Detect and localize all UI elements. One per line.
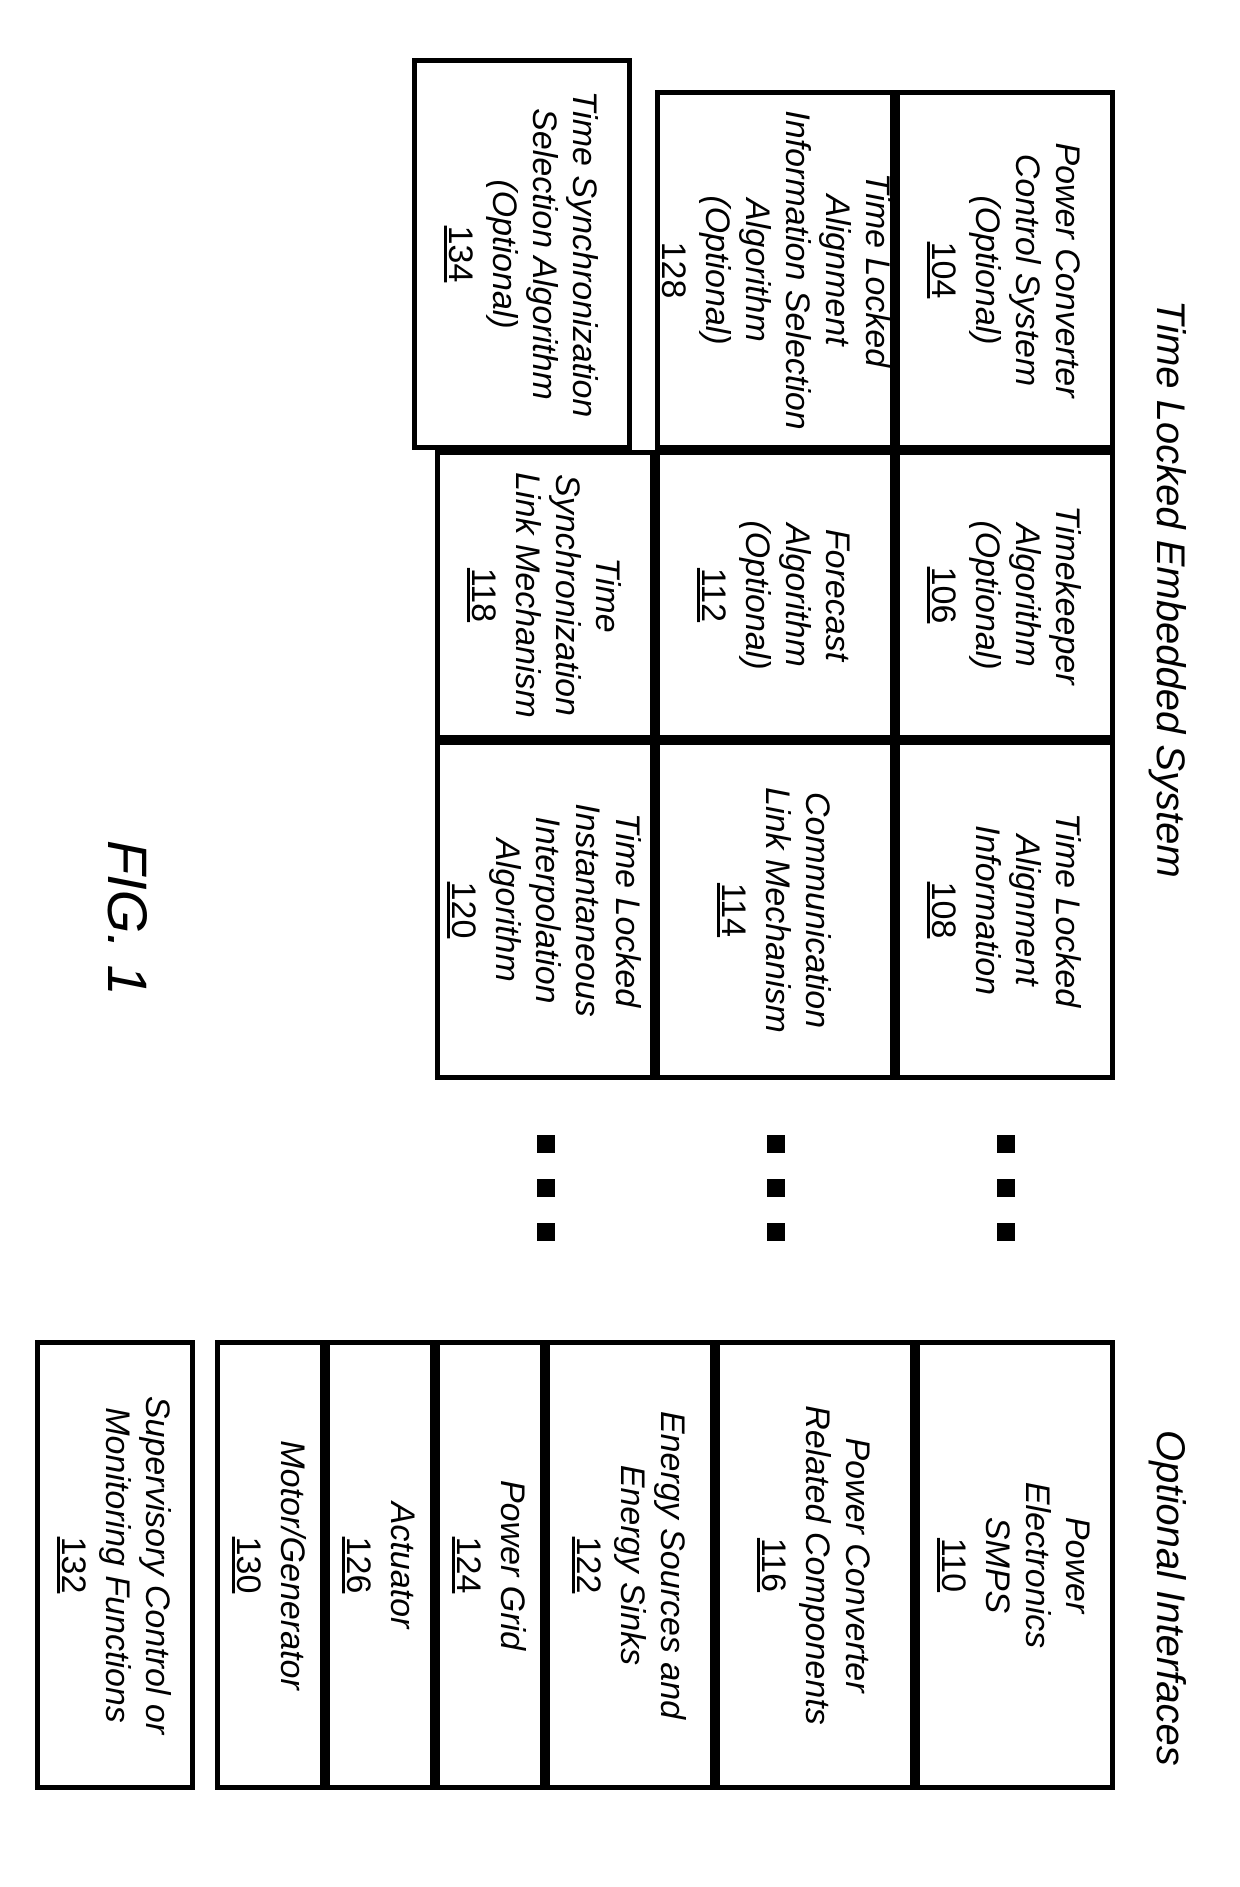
heading-right: Optional Interfaces <box>1147 1430 1192 1766</box>
ref-number: 128 <box>653 242 693 299</box>
ref-number: 124 <box>448 1537 488 1594</box>
box-timekeeper-algorithm: TimekeeperAlgorithm(Optional) 106 <box>895 450 1115 740</box>
box-power-electronics-smps: PowerElectronicsSMPS 110 <box>915 1340 1115 1790</box>
box-motor-generator: Motor/Generator 130 <box>215 1340 325 1790</box>
ref-number: 114 <box>713 883 753 937</box>
box-power-converter-control-system: Power ConverterControl System(Optional) … <box>895 90 1115 450</box>
box-time-sync-link-mechanism: Time SynchronizationLink Mechanism 118 <box>435 450 655 740</box>
ref-number: 122 <box>568 1537 608 1594</box>
ellipsis-icon <box>997 1135 1015 1241</box>
box-actuator: Actuator 126 <box>325 1340 435 1790</box>
box-time-sync-selection-algorithm: Time SynchronizationSelection Algorithm(… <box>412 58 632 450</box>
label: Supervisory Control orMonitoring Functio… <box>97 1396 177 1734</box>
ref-number: 106 <box>923 567 963 624</box>
label: TimekeeperAlgorithm(Optional) <box>967 505 1087 684</box>
ref-number: 116 <box>753 1538 793 1592</box>
box-time-locked-alignment-information: Time LockedAlignment Information 108 <box>895 740 1115 1080</box>
label: Time LockedInstantaneousInterpolation Al… <box>487 753 647 1067</box>
ref-number: 132 <box>53 1537 93 1594</box>
ellipsis-icon <box>767 1135 785 1241</box>
figure-label: FIG. 1 <box>95 840 160 996</box>
box-power-grid: Power Grid 124 <box>435 1340 545 1790</box>
label: Motor/Generator <box>272 1440 312 1689</box>
label: Time SynchronizationSelection Algorithm(… <box>484 91 604 418</box>
label: Power Grid <box>492 1480 532 1650</box>
ref-number: 112 <box>693 568 733 622</box>
ref-number: 110 <box>933 1538 973 1592</box>
label: Energy Sources andEnergy Sinks <box>612 1411 692 1719</box>
ref-number: 108 <box>923 882 963 939</box>
box-time-locked-instantaneous-interpolation-algorithm: Time LockedInstantaneousInterpolation Al… <box>435 740 655 1080</box>
label: CommunicationLink Mechanism <box>757 787 837 1033</box>
ref-number: 134 <box>440 226 480 283</box>
label: ForecastAlgorithm(Optional) <box>737 520 857 669</box>
label: Power ConverterControl System(Optional) <box>967 142 1087 397</box>
ref-number: 118 <box>463 568 503 622</box>
label: Power ConverterRelated Components <box>797 1405 877 1724</box>
box-time-locked-alignment-info-selection-algorithm: Time Locked AlignmentInformation Selecti… <box>655 90 895 450</box>
box-power-converter-related-components: Power ConverterRelated Components 116 <box>715 1340 915 1790</box>
label: Time SynchronizationLink Mechanism <box>507 463 627 727</box>
ellipsis-icon <box>537 1135 555 1241</box>
box-communication-link-mechanism: CommunicationLink Mechanism 114 <box>655 740 895 1080</box>
label: PowerElectronicsSMPS <box>977 1482 1097 1648</box>
ref-number: 120 <box>443 882 483 939</box>
box-supervisory-control-monitoring: Supervisory Control orMonitoring Functio… <box>35 1340 195 1790</box>
ref-number: 104 <box>923 242 963 299</box>
label: Time LockedAlignment Information <box>967 753 1087 1067</box>
ref-number: 126 <box>338 1537 378 1594</box>
heading-left: Time Locked Embedded System <box>1147 300 1192 878</box>
box-forecast-algorithm: ForecastAlgorithm(Optional) 112 <box>655 450 895 740</box>
ref-number: 130 <box>228 1537 268 1594</box>
box-energy-sources-and-sinks: Energy Sources andEnergy Sinks 122 <box>545 1340 715 1790</box>
label: Actuator <box>382 1502 422 1629</box>
label: Time Locked AlignmentInformation Selecti… <box>697 103 898 437</box>
